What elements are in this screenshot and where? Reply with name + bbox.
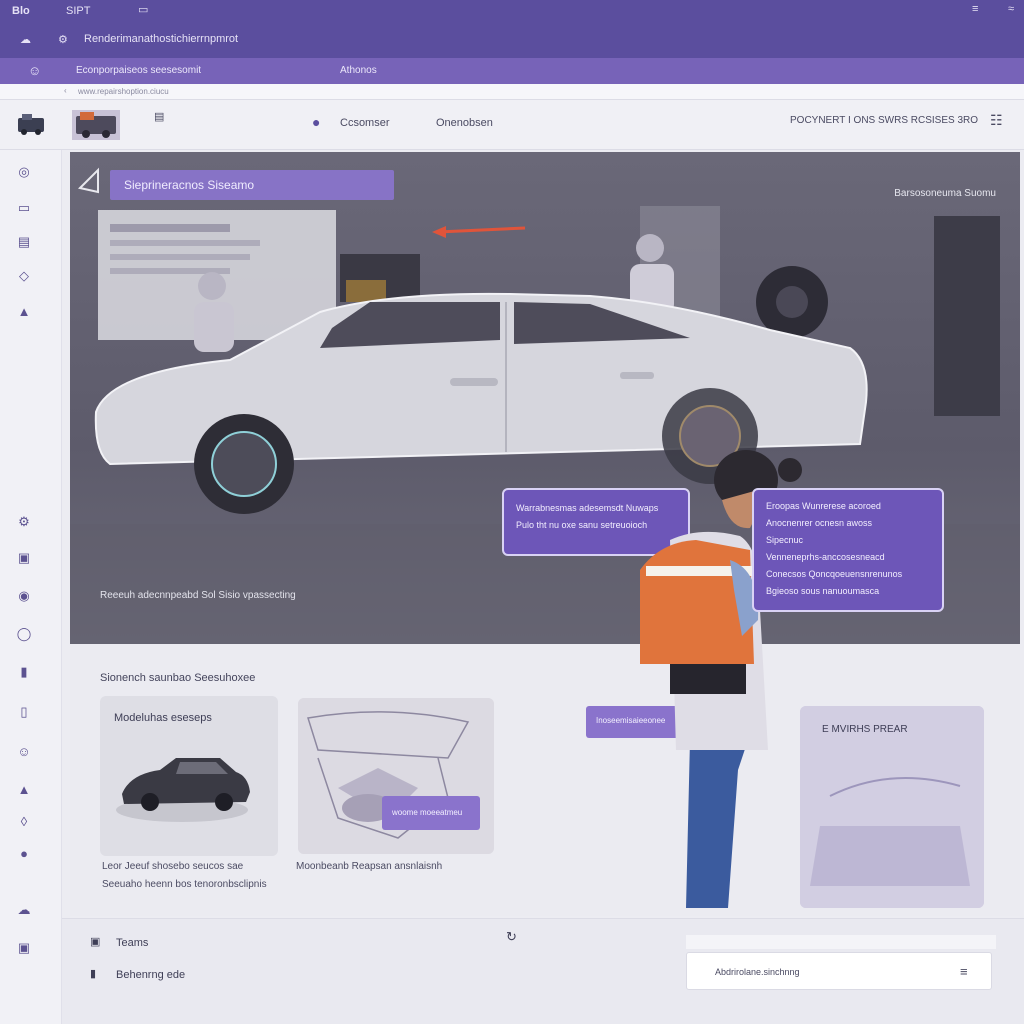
callout-right-line-5: Conecsos Qoncqoeuensnrenunos — [766, 569, 903, 579]
footer-item-teams[interactable]: Teams — [116, 937, 148, 949]
menu-item-sipt[interactable]: SIPT — [66, 5, 90, 17]
callout-right-line-3: Sipecnuc — [766, 535, 804, 545]
engine-thumbnail[interactable] — [72, 110, 120, 140]
sub-bar: ☺ Econporpaiseos seesesomit Athonos — [0, 58, 1024, 84]
app-header: ▤ ● Ccsomser Onenobsen POCYNERT I ONS SW… — [0, 100, 1024, 150]
tools-icon[interactable]: ⚙ — [14, 514, 34, 530]
user-icon[interactable]: ☺ — [28, 63, 41, 78]
car-icon[interactable]: ▲ — [14, 304, 34, 320]
model-caption-line-2: Seeuaho heenn bos tenoronbsclipnis — [102, 879, 267, 890]
briefcase-icon[interactable]: ▮ — [90, 967, 96, 980]
search-input[interactable]: Abdrirolane.sinchnng — [686, 952, 992, 990]
refresh-icon[interactable]: ↻ — [506, 929, 517, 945]
hero-caption: Reeeuh adecnnpeabd Sol Sisio vpassecting — [100, 590, 296, 601]
profile-icon[interactable]: ☷ — [990, 112, 1003, 129]
subbar-left-text[interactable]: Econporpaiseos seesesomit — [76, 65, 201, 76]
hero-subtitle: Barsosoneuma Suomu — [894, 188, 996, 199]
subbar-mid-text[interactable]: Athonos — [340, 65, 377, 76]
tag-icon[interactable]: ▮ — [14, 664, 34, 680]
header-right-text[interactable]: POCYNERT I ONS SWRS RCSISES 3RO — [790, 115, 978, 126]
hero-title[interactable]: Sieprineracnos Siseamo — [110, 170, 394, 200]
sidebar: ◎ ▭ ▤ ◇ ▲ ⚙ ▣ ◉ ◯ ▮ ▯ ☺ ▲ ◊ ● ☁ ▣ — [0, 150, 62, 1024]
footer-item-2[interactable]: Behenrng ede — [116, 969, 185, 981]
link-icon[interactable]: ◊ — [14, 814, 34, 830]
model-caption-line-1: Leor Jeeuf shosebo seucos sae — [102, 861, 244, 872]
chat-bubble-icon[interactable]: ◉ — [14, 588, 34, 604]
callout-right-line-4: Venneneprhs-anccosesneacd — [766, 552, 885, 562]
team-icon[interactable]: ▣ — [90, 935, 100, 948]
model-card-caption: Leor Jeeuf shosebo seucos sae Seeuaho he… — [102, 858, 267, 894]
document-icon[interactable]: ▭ — [14, 200, 34, 216]
page-title: Renderimanathostichierrnpmrot — [84, 33, 239, 45]
settings-icon[interactable]: ⚙ — [58, 33, 68, 46]
diagram-card-button[interactable]: woome moeeatmeu — [382, 796, 480, 830]
notification-icon[interactable]: ▤ — [154, 110, 164, 123]
nav-item-1[interactable]: Ccsomser — [340, 117, 390, 129]
calendar-icon[interactable]: ▤ — [14, 234, 34, 250]
diagram-card-caption: Moonbeanb Reapsan ansnlaisnh — [296, 861, 443, 872]
engine-logo[interactable] — [16, 112, 46, 136]
book-icon[interactable]: ▯ — [14, 704, 34, 720]
globe-icon[interactable]: ◎ — [14, 164, 34, 180]
back-icon[interactable]: ‹ — [64, 86, 67, 95]
right-card-label: E MVIRHS PREAR — [822, 724, 908, 735]
nav-user-icon[interactable]: ● — [312, 114, 320, 130]
footer-progress-strip — [686, 935, 996, 949]
binoculars-icon[interactable]: ● — [14, 846, 34, 862]
model-card[interactable]: Modeluhas eseseps — [100, 696, 278, 856]
callout-right-line-6: Bgieoso sous nanuoumasca — [766, 586, 880, 596]
callout-right-line-1: Eroopas Wunrerese acoroed — [766, 501, 881, 511]
callout-right-line-2: Anocnenrer ocnesn awoss — [766, 518, 873, 528]
cloud-icon[interactable]: ☁ — [20, 33, 31, 46]
wireframe-illustration — [298, 698, 494, 854]
section-title: Sionench saunbao Seesuhoxee — [100, 672, 256, 684]
menu-icon[interactable]: ≡ — [972, 3, 978, 15]
chat-icon[interactable]: ▭ — [138, 3, 148, 16]
nav-item-2[interactable]: Onenobsen — [436, 117, 493, 129]
camera-icon[interactable]: ▣ — [14, 550, 34, 566]
url-text[interactable]: www.repairshoption.ciucu — [78, 87, 169, 96]
app-logo[interactable]: Blo — [12, 5, 30, 17]
scene-illustration — [800, 706, 984, 908]
wave-icon[interactable]: ≈ — [1008, 3, 1014, 15]
model-card-label: Modeluhas eseseps — [114, 712, 212, 724]
search-menu-icon[interactable]: ≡ — [960, 964, 968, 979]
top-bar: Blo SIPT ▭ ≡ ≈ ☁ ⚙ Renderimanathostichie… — [0, 0, 1024, 58]
people-icon[interactable]: ☺ — [14, 744, 34, 760]
diamond-icon[interactable]: ◇ — [14, 268, 34, 284]
right-card[interactable]: E MVIRHS PREAR — [800, 706, 984, 908]
info-callout-right[interactable]: Eroopas Wunrerese acoroed Anocnenrer ocn… — [752, 488, 944, 612]
headset-icon[interactable]: ◯ — [14, 626, 34, 642]
diagram-card[interactable]: woome moeeatmeu — [298, 698, 494, 854]
chart-icon[interactable]: ▲ — [14, 782, 34, 798]
url-bar[interactable]: ‹ www.repairshoption.ciucu — [0, 84, 1024, 100]
image-icon[interactable]: ▣ — [14, 940, 34, 956]
cloud-sync-icon[interactable]: ☁ — [14, 902, 34, 918]
